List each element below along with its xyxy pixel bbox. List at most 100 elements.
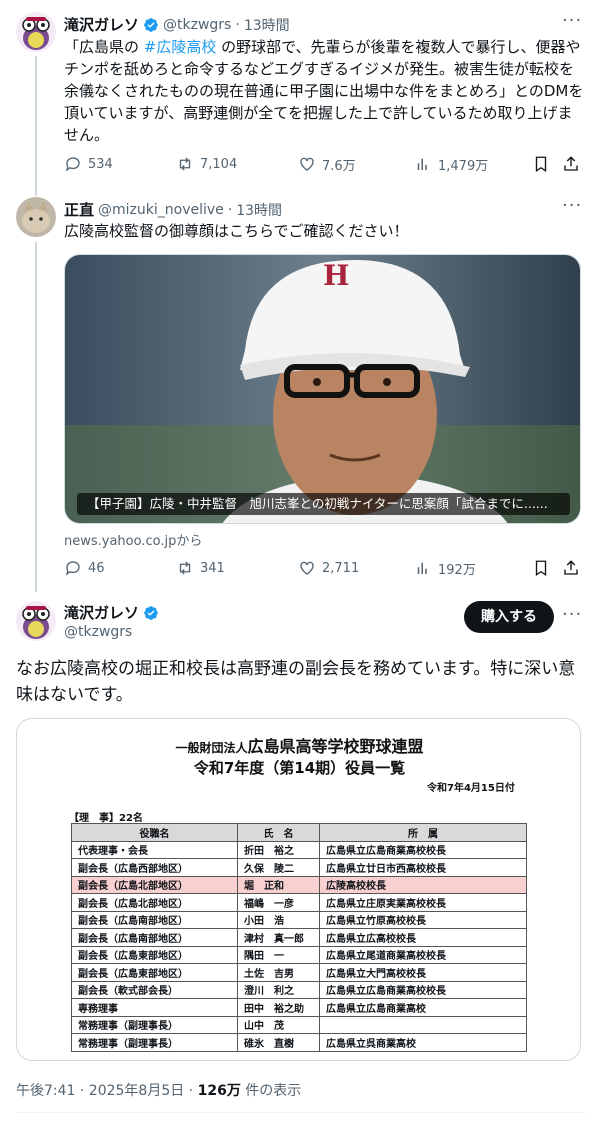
svg-text:H: H	[323, 259, 349, 292]
officers-table: 役職名 氏 名 所 属 代表理事・会長 折田 裕之 広島県立広島商業高校校長 副会長（…	[71, 823, 527, 1052]
table-row: 副会長（広島北部地区）堀 正和 広陵高校校長	[71, 875, 527, 894]
more-icon[interactable]: ···	[562, 10, 582, 31]
divider	[16, 1112, 586, 1113]
timestamp[interactable]: 13時間	[244, 15, 290, 35]
action-bar: 534 7,104 7.6万 1,479万	[64, 154, 584, 174]
cell-name: 澄川 利之	[237, 980, 320, 999]
views-icon	[417, 158, 427, 170]
cell-affiliation: 広陵高校校長	[319, 875, 527, 894]
cell-role: 副会長（広島東部地区）	[71, 945, 238, 964]
like-button[interactable]: 7.6万	[298, 155, 356, 174]
cell-role: 副会長（広島北部地区）	[71, 893, 238, 912]
more-icon[interactable]: ···	[562, 195, 582, 216]
reply-button[interactable]: 46	[64, 559, 105, 577]
bookmark-icon[interactable]	[532, 155, 550, 173]
cell-name: 隅田 一	[237, 945, 320, 964]
views-button[interactable]: 192万	[414, 559, 476, 578]
repost-button[interactable]: 341	[176, 559, 225, 577]
like-icon	[300, 157, 314, 171]
timestamp[interactable]: 13時間	[236, 200, 282, 220]
action-bar: 46 341 2,711 192万	[64, 558, 584, 578]
cell-name: 土佐 吉男	[237, 963, 320, 982]
cell-role: 代表理事・会長	[71, 840, 238, 859]
table-row: 副会長（広島西部地区） 久保 陵二 広島県立廿日市西高校校長	[71, 858, 527, 877]
cell-name: 小田 浩	[237, 910, 320, 929]
cell-affiliation: 広島県立呉商業高校	[319, 1033, 527, 1052]
post-meta: 午後7:41 · 2025年8月5日 · 126万 件の表示	[16, 1083, 302, 1099]
cell-affiliation: 広島県立竹原高校校長	[319, 910, 527, 929]
author-handle[interactable]: @mizuki_novelive	[98, 202, 224, 218]
avatar[interactable]	[16, 12, 56, 52]
cell-role: 副会長（広島北部地区）	[71, 875, 238, 894]
verified-icon	[144, 17, 158, 32]
author-name[interactable]: 正直	[64, 199, 94, 220]
tweet-text: 広陵高校監督の御尊顔はこちらでご確認ください！	[64, 222, 409, 240]
verified-icon	[144, 605, 158, 620]
table-row: 副会長（広島東部地区） 隅田 一広島県立尾道商業高校校長	[71, 945, 527, 964]
thread-line	[35, 56, 37, 196]
cell-name: 津村 真一郎	[237, 928, 320, 947]
cell-affiliation: 広島県立広高校校長	[319, 928, 527, 947]
header-name: 氏 名	[237, 823, 320, 842]
buy-button[interactable]: 購入する	[464, 601, 554, 633]
post-time[interactable]: 午後7:41 · 2025年8月5日 ·	[16, 1083, 198, 1099]
reply-icon	[65, 561, 80, 576]
share-icon[interactable]	[562, 559, 580, 577]
views-icon	[417, 562, 427, 574]
repost-button[interactable]: 7,104	[176, 155, 237, 173]
cell-name: 山中 茂	[237, 1015, 320, 1034]
table-row: 常務理事（副理事長） 山中 茂	[71, 1015, 527, 1034]
doc-title: 令和7年度（第14期）役員一覧	[193, 759, 406, 777]
like-icon	[300, 561, 314, 575]
tweet-text: 「広島県の #広陵高校 の野球部で、先輩らが後輩を複数人で暴行し、便器やチンポを…	[64, 38, 584, 144]
table-row: 常務理事（副理事長） 碓氷 直樹 広島県立呉商業高校	[71, 1033, 527, 1052]
bookmark-icon[interactable]	[532, 559, 550, 577]
cell-role: 副会長（広島南部地区）	[71, 910, 238, 929]
reply-icon	[65, 157, 80, 172]
document-image[interactable]: 一般財団法人広島県高等学校野球連盟 令和7年度（第14期）役員一覧 令和7年4月…	[16, 718, 581, 1061]
cell-name: 田中 裕之助	[237, 998, 320, 1017]
cell-affiliation: 広島県立広島商業高校校長	[319, 980, 527, 999]
cell-role: 常務理事（副理事長）	[71, 1033, 238, 1052]
cell-role: 副会長（広島東部地区）	[71, 963, 238, 982]
table-row: 代表理事・会長 折田 裕之 広島県立広島商業高校校長	[71, 840, 527, 859]
more-icon[interactable]: ···	[562, 604, 582, 625]
avatar[interactable]	[16, 601, 56, 641]
table-row: 副会長（広島南部地区） 小田 浩広島県立竹原高校校長	[71, 910, 527, 929]
views-button[interactable]: 1,479万	[414, 155, 488, 174]
avatar[interactable]	[16, 197, 56, 237]
cell-affiliation: 広島県立庄原実業高校校長	[319, 893, 527, 912]
author-handle[interactable]: @tkzwgrs	[163, 17, 231, 33]
cell-name: 碓氷 直樹	[237, 1033, 320, 1052]
view-count: 126万	[197, 1083, 241, 1099]
thread-line	[35, 242, 37, 592]
tweet-text: なお広陵高校の堀正和校長は高野連の副会長を務めています。特に深い意味はないです。	[16, 659, 576, 705]
cell-role: 副会長（広島西部地区）	[71, 858, 238, 877]
doc-date: 令和7年4月15日付	[427, 783, 515, 794]
header-affiliation: 所 属	[319, 823, 527, 842]
author-handle[interactable]: @tkzwgrs	[64, 624, 132, 640]
table-row: 副会長（広島東部地区） 土佐 吉男 広島県立大門高校校長	[71, 963, 527, 982]
doc-org: 一般財団法人広島県高等学校野球連盟	[175, 737, 424, 756]
cell-affiliation: 広島県立広島商業高校校長	[319, 840, 527, 859]
repost-icon	[179, 157, 191, 171]
author-name[interactable]: 滝沢ガレソ	[64, 602, 139, 623]
header-role: 役職名	[71, 823, 238, 842]
doc-section: 【理 事】22名	[69, 813, 143, 824]
cell-affiliation: 広島県立廿日市西高校校長	[319, 858, 527, 877]
cell-name: 折田 裕之	[237, 840, 320, 859]
card-source[interactable]: news.yahoo.co.jpから	[64, 530, 202, 549]
like-button[interactable]: 2,711	[298, 559, 359, 577]
cell-affiliation: 広島県立尾道商業高校校長	[319, 945, 527, 964]
author-name[interactable]: 滝沢ガレソ	[64, 14, 139, 35]
link-card[interactable]: H 【甲子園】広陵・中井監督 旭川志峯との初戦ナイターに思案顔「試合までに...…	[64, 254, 581, 524]
share-icon[interactable]	[562, 155, 580, 173]
cell-affiliation: 広島県立広島商業高校	[319, 998, 527, 1017]
card-caption: 【甲子園】広陵・中井監督 旭川志峯との初戦ナイターに思案顔「試合までに.....…	[87, 496, 548, 511]
cell-role: 専務理事	[71, 998, 238, 1017]
cell-affiliation: 広島県立大門高校校長	[319, 963, 527, 982]
cell-name: 久保 陵二	[237, 858, 320, 877]
hashtag-link[interactable]: #広陵高校	[144, 38, 217, 56]
reply-button[interactable]: 534	[64, 155, 113, 173]
table-row: 副会長（広島北部地区） 福嶋 一彦 広島県立庄原実業高校校長	[71, 893, 527, 912]
